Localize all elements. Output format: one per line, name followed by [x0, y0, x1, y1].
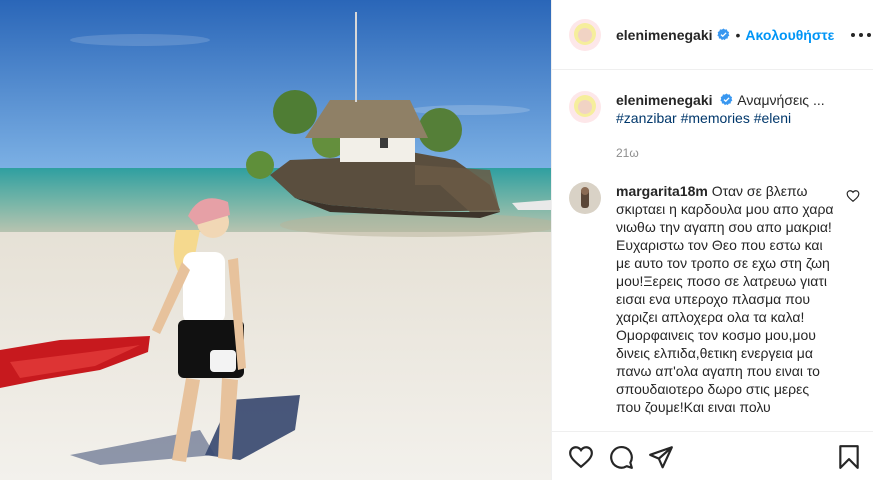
comment-username[interactable]: margarita18m — [616, 183, 708, 199]
comment-like-heart-icon[interactable] — [846, 189, 860, 203]
post-photo[interactable] — [0, 0, 551, 480]
avatar-image — [569, 182, 601, 214]
commenter-avatar[interactable] — [569, 182, 601, 214]
comment-icon[interactable] — [608, 444, 634, 470]
avatar-image — [569, 91, 601, 123]
comment-text: Οταν σε βλεπω σκιρταει η καρδουλα μου απ… — [616, 183, 834, 415]
verified-badge-icon — [716, 28, 729, 41]
caption-avatar[interactable] — [569, 91, 601, 123]
post-header: elenimenegaki • Ακολουθήστε — [552, 0, 873, 70]
author-username[interactable]: elenimenegaki — [616, 27, 713, 43]
follow-button[interactable]: Ακολουθήστε — [745, 27, 834, 43]
caption-username[interactable]: elenimenegaki — [616, 92, 713, 108]
more-options-icon[interactable] — [851, 26, 871, 44]
author-avatar[interactable] — [569, 18, 601, 51]
caption-hashtags[interactable]: #zanzibar #memories #eleni — [616, 110, 791, 126]
separator-dot: • — [735, 26, 741, 43]
avatar-image — [569, 18, 601, 51]
heart-icon[interactable] — [568, 444, 594, 470]
beach-scene-image — [0, 0, 551, 480]
verified-badge-icon — [720, 93, 733, 106]
post-caption: elenimenegaki Αναμνήσεις ... #zanzibar #… — [569, 91, 859, 127]
caption-message: Αναμνήσεις ... — [737, 92, 825, 108]
caption-text-block: elenimenegaki Αναμνήσεις ... #zanzibar #… — [616, 91, 825, 127]
share-icon[interactable] — [648, 444, 674, 470]
post-action-bar — [552, 431, 873, 480]
comment-item: margarita18m Οταν σε βλεπω σκιρταει η κα… — [569, 182, 869, 428]
comment-text-block: margarita18m Οταν σε βλεπω σκιρταει η κα… — [616, 182, 836, 428]
post-timestamp[interactable]: 21ω — [616, 146, 639, 160]
bookmark-icon[interactable] — [836, 444, 862, 470]
post-side-panel: elenimenegaki • Ακολουθήστε elenimenegak… — [551, 0, 873, 480]
